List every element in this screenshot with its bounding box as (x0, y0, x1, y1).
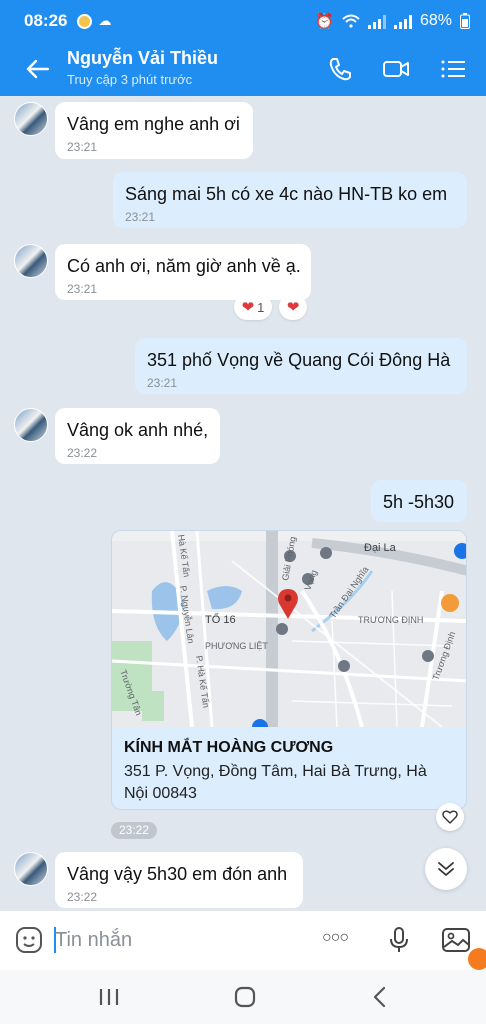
message-bubble-outgoing[interactable]: Sáng mai 5h có xe 4c nào HN-TB ko em 23:… (113, 172, 467, 228)
recent-apps-icon[interactable] (95, 984, 123, 1010)
avatar[interactable] (14, 852, 48, 886)
battery-icon (460, 13, 470, 29)
message-text: Vâng ok anh nhé, (67, 420, 209, 440)
map-label: TỔ 16 (205, 613, 236, 626)
location-map[interactable]: Đại La TỔ 16 PHƯƠNG LIỆT TRƯƠNG ĐỊNH Trư… (112, 531, 467, 727)
phone-icon[interactable] (326, 55, 354, 83)
message-text: 351 phố Vọng về Quang Cói Đông Hà (147, 350, 451, 370)
place-name: KÍNH MẮT HOÀNG CƯƠNG (124, 739, 334, 756)
message-input[interactable]: Tin nhắn (55, 929, 132, 952)
add-reaction-button[interactable]: ❤ (279, 294, 307, 320)
message-text: Sáng mai 5h có xe 4c nào HN-TB ko em (125, 184, 448, 204)
message-bubble-outgoing[interactable]: 351 phố Vọng về Quang Cói Đông Hà 23:21 (135, 338, 467, 394)
message-time: 23:21 (125, 210, 156, 224)
like-button[interactable] (436, 803, 464, 831)
message-bubble-outgoing[interactable]: 5h -5h30 (371, 480, 467, 522)
wifi-icon (342, 14, 360, 28)
battery-percent: 68% (419, 12, 452, 29)
avatar[interactable] (14, 244, 48, 278)
message-text: Vâng vậy 5h30 em đón anh (67, 864, 288, 884)
message-text: Vâng em nghe anh ơi (67, 114, 240, 134)
floating-badge[interactable] (468, 948, 486, 970)
signal-icon-2 (393, 14, 412, 29)
alarm-icon: ⏰ (315, 13, 334, 30)
heart-icon: ❤ (286, 299, 300, 316)
map-label: PHƯƠNG LIỆT (205, 641, 268, 651)
avatar[interactable] (14, 408, 48, 442)
avatar[interactable] (14, 102, 48, 136)
chat-header: Nguyễn Vải Thiều Truy cập 3 phút trước (0, 42, 486, 96)
message-time: 23:22 (111, 822, 158, 839)
message-time: 23:21 (147, 376, 178, 390)
back-nav-icon[interactable] (367, 984, 395, 1010)
map-label: TRƯƠNG ĐỊNH (358, 615, 423, 625)
system-nav-bar (0, 970, 486, 1024)
chat-messages[interactable]: Vâng em nghe anh ơi 23:21 Sáng mai 5h có… (0, 96, 486, 910)
message-text: 5h -5h30 (383, 492, 455, 512)
sticker-icon[interactable] (14, 925, 44, 955)
menu-list-icon[interactable] (440, 55, 468, 83)
more-options-button[interactable]: ○○○ (322, 929, 349, 947)
place-address: 351 P. Vọng, Đồng Tâm, Hai Bà Trưng, Hà … (124, 763, 427, 802)
status-time: 08:26 (24, 11, 68, 30)
video-call-icon[interactable] (382, 55, 410, 83)
status-bar: 08:26 ☁ ⏰ 68% (0, 0, 486, 42)
message-bubble-incoming[interactable]: Có anh ơi, năm giờ anh về ạ. 23:21 (55, 244, 311, 300)
double-chevron-down-icon (438, 862, 454, 876)
heart-icon: ❤ (241, 299, 255, 316)
message-bubble-incoming[interactable]: Vâng em nghe anh ơi 23:21 (55, 102, 253, 159)
last-seen-status: Truy cập 3 phút trước (67, 72, 193, 87)
signal-icon (367, 14, 386, 29)
map-label: Đại La (364, 542, 397, 554)
reaction-badge[interactable]: ❤ 1 (234, 294, 272, 320)
reaction-count: 1 (257, 299, 265, 315)
microphone-icon[interactable] (384, 925, 414, 955)
image-gallery-icon[interactable] (441, 925, 471, 955)
notification-app-icon (77, 13, 93, 29)
message-composer: Tin nhắn ○○○ (0, 910, 486, 970)
heart-outline-icon (442, 810, 458, 824)
message-time: 23:21 (67, 282, 98, 296)
message-time: 23:22 (67, 446, 98, 460)
message-time: 23:21 (67, 140, 98, 154)
contact-name[interactable]: Nguyễn Vải Thiều (67, 48, 218, 69)
message-bubble-incoming[interactable]: Vâng ok anh nhé, 23:22 (55, 408, 220, 464)
message-time: 23:22 (67, 890, 98, 904)
scroll-to-bottom-button[interactable] (425, 848, 467, 890)
cloud-notification-icon: ☁ (98, 13, 112, 28)
message-text: Có anh ơi, năm giờ anh về ạ. (67, 256, 301, 276)
message-bubble-incoming[interactable]: Vâng vậy 5h30 em đón anh 23:22 (55, 852, 303, 908)
location-card[interactable]: Đại La TỔ 16 PHƯƠNG LIỆT TRƯƠNG ĐỊNH Trư… (111, 530, 467, 810)
back-arrow-icon[interactable] (22, 54, 52, 84)
home-icon[interactable] (231, 984, 259, 1010)
